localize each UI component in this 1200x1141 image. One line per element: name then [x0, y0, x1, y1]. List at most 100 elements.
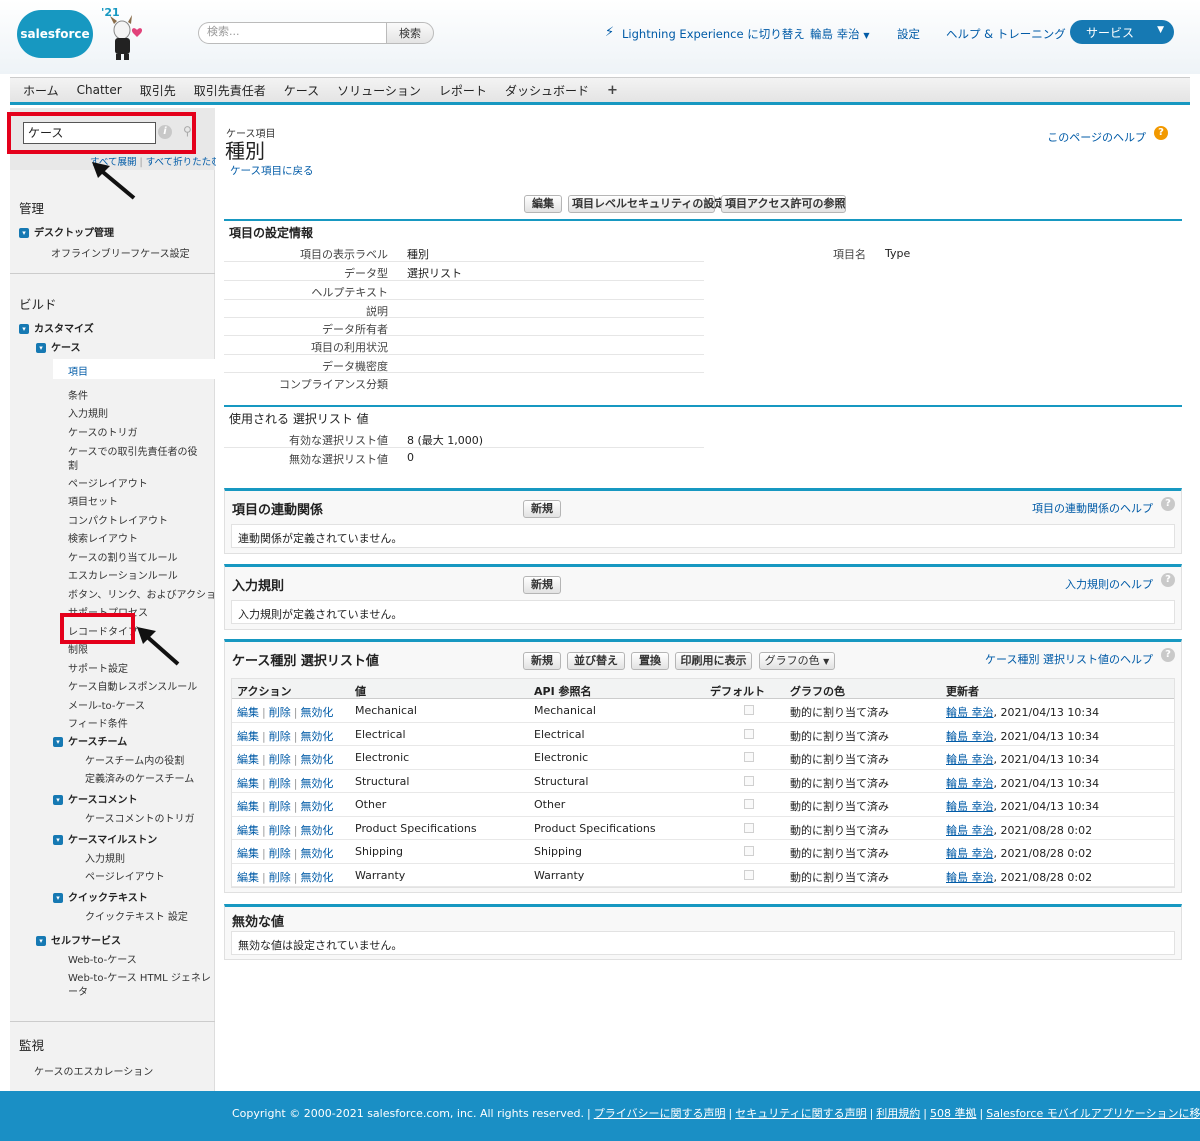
nav-web-to-case[interactable]: Web-to-ケース	[68, 951, 137, 966]
tab-accounts[interactable]: 取引先	[131, 82, 185, 99]
nav-compact-layouts[interactable]: コンパクトレイアウト	[68, 512, 168, 527]
all-tabs-plus-icon[interactable]: +	[598, 83, 627, 98]
back-to-case-fields-link[interactable]: ケース項目に戻る	[230, 163, 313, 178]
collapse-all-link[interactable]: すべて折りたたむ	[146, 157, 221, 168]
switch-to-lightning-link[interactable]: Lightning Experience に切り替え	[622, 26, 805, 42]
nav-case-comment-triggers[interactable]: ケースコメントのトリガ	[85, 810, 195, 825]
printable-view-button[interactable]: 印刷用に表示	[675, 652, 752, 670]
nav-quick-text-settings[interactable]: クイックテキスト 設定	[85, 908, 188, 923]
help-training-link[interactable]: ヘルプ & トレーニング	[946, 26, 1066, 42]
privacy-link[interactable]: プライバシーに関する声明	[594, 1107, 726, 1120]
reorder-button[interactable]: 並び替え	[567, 652, 625, 670]
page-help-link[interactable]: このページのヘルプ	[1047, 129, 1146, 145]
user-link[interactable]: 輪島 幸治	[946, 800, 994, 813]
deactivate-link[interactable]: 無効化	[300, 824, 333, 837]
help-icon[interactable]: ?	[1161, 497, 1175, 511]
tab-dashboards[interactable]: ダッシュボード	[496, 82, 598, 99]
delete-link[interactable]: 削除	[269, 800, 291, 813]
nav-web-to-case-html[interactable]: Web-to-ケース HTML ジェネレ	[68, 969, 211, 984]
app-switcher-menu[interactable]: サービス ▼	[1070, 20, 1174, 44]
nav-case-milestones[interactable]: ▾ ケースマイルストン	[53, 831, 157, 846]
nav-offline-briefcase[interactable]: オフラインブリーフケース設定	[51, 245, 190, 260]
nav-case-escalation[interactable]: ケースのエスカレーション	[34, 1063, 153, 1078]
tab-chatter[interactable]: Chatter	[68, 83, 131, 97]
nav-page-layouts[interactable]: ページレイアウト	[68, 475, 148, 490]
help-icon[interactable]: ?	[1161, 573, 1175, 587]
nav-self-service[interactable]: ▾ セルフサービス	[36, 932, 121, 947]
user-link[interactable]: 輪島 幸治	[946, 730, 994, 743]
tab-home[interactable]: ホーム	[10, 82, 68, 99]
508-compliance-link[interactable]: 508 準拠	[930, 1107, 977, 1120]
validation-help-link[interactable]: 入力規則のヘルプ	[1065, 576, 1153, 592]
help-icon[interactable]: ?	[1154, 126, 1168, 140]
deactivate-link[interactable]: 無効化	[300, 777, 333, 790]
delete-link[interactable]: 削除	[269, 777, 291, 790]
deactivate-link[interactable]: 無効化	[300, 871, 333, 884]
nav-field-sets[interactable]: 項目セット	[68, 493, 118, 508]
new-value-button[interactable]: 新規	[523, 652, 561, 670]
delete-link[interactable]: 削除	[269, 871, 291, 884]
tab-cases[interactable]: ケース	[275, 82, 328, 99]
edit-link[interactable]: 編集	[237, 824, 259, 837]
delete-link[interactable]: 削除	[269, 824, 291, 837]
nav-milestone-validation[interactable]: 入力規則	[85, 850, 125, 865]
edit-link[interactable]: 編集	[237, 847, 259, 860]
nav-fields-selected[interactable]: 項目	[53, 359, 216, 379]
nav-feed-filters[interactable]: フィード条件	[68, 715, 128, 730]
deactivate-link[interactable]: 無効化	[300, 800, 333, 813]
nav-auto-response[interactable]: ケース自動レスポンスルール	[68, 678, 197, 693]
edit-link[interactable]: 編集	[237, 706, 259, 719]
global-search-input[interactable]: 検索...	[198, 22, 386, 44]
nav-case-team-roles[interactable]: ケースチーム内の役割	[85, 752, 184, 767]
nav-quick-text[interactable]: ▾ クイックテキスト	[53, 889, 148, 904]
tab-solutions[interactable]: ソリューション	[328, 82, 430, 99]
nav-desktop-admin[interactable]: ▾ デスクトップ管理	[19, 224, 114, 239]
edit-link[interactable]: 編集	[237, 871, 259, 884]
field-security-button[interactable]: 項目レベルセキュリティの設定	[568, 195, 725, 213]
nav-milestone-layouts[interactable]: ページレイアウト	[85, 868, 165, 883]
nav-customize[interactable]: ▾ カスタマイズ	[19, 320, 94, 335]
deactivate-link[interactable]: 無効化	[300, 753, 333, 766]
deactivate-link[interactable]: 無効化	[300, 706, 333, 719]
new-validation-rule-button[interactable]: 新規	[523, 576, 561, 594]
tab-reports[interactable]: レポート	[430, 82, 496, 99]
tab-contacts[interactable]: 取引先責任者	[185, 82, 275, 99]
nav-case[interactable]: ▾ ケース	[36, 339, 81, 354]
user-link[interactable]: 輪島 幸治	[946, 753, 994, 766]
nav-case-comments[interactable]: ▾ ケースコメント	[53, 791, 138, 806]
user-link[interactable]: 輪島 幸治	[946, 706, 994, 719]
chart-colors-dropdown[interactable]: グラフの色 ▼	[759, 652, 835, 670]
deactivate-link[interactable]: 無効化	[300, 847, 333, 860]
nav-search-layouts[interactable]: 検索レイアウト	[68, 530, 138, 545]
nav-conditions[interactable]: 条件	[68, 387, 88, 402]
nav-assignment-rules[interactable]: ケースの割り当てルール	[68, 549, 178, 564]
dependencies-help-link[interactable]: 項目の連動関係のヘルプ	[1032, 500, 1153, 516]
nav-support-settings[interactable]: サポート設定	[68, 660, 128, 675]
help-icon[interactable]: ?	[1161, 648, 1175, 662]
delete-link[interactable]: 削除	[269, 847, 291, 860]
user-link[interactable]: 輪島 幸治	[946, 847, 994, 860]
new-dependency-button[interactable]: 新規	[523, 500, 561, 518]
edit-link[interactable]: 編集	[237, 753, 259, 766]
edit-button[interactable]: 編集	[524, 195, 562, 213]
mobile-app-link[interactable]: Salesforce モバイルアプリケーションに移動	[986, 1107, 1200, 1120]
nav-case-contact-roles[interactable]: ケースでの取引先責任者の役	[68, 443, 198, 458]
edit-link[interactable]: 編集	[237, 800, 259, 813]
user-menu[interactable]: 輪島 幸治 ▼	[810, 26, 869, 42]
edit-link[interactable]: 編集	[237, 730, 259, 743]
nav-predefined-teams[interactable]: 定義済みのケースチーム	[85, 770, 194, 785]
nav-case-contact-roles-cont[interactable]: 割	[68, 457, 78, 472]
terms-link[interactable]: 利用規約	[876, 1107, 920, 1120]
nav-web-to-case-html-cont[interactable]: ータ	[68, 983, 88, 998]
user-link[interactable]: 輪島 幸治	[946, 777, 994, 790]
user-link[interactable]: 輪島 幸治	[946, 824, 994, 837]
delete-link[interactable]: 削除	[269, 706, 291, 719]
view-field-access-button[interactable]: 項目アクセス許可の参照	[721, 195, 846, 213]
nav-case-triggers[interactable]: ケースのトリガ	[68, 424, 138, 439]
global-search-button[interactable]: 検索	[386, 22, 434, 44]
user-link[interactable]: 輪島 幸治	[946, 871, 994, 884]
security-link[interactable]: セキュリティに関する声明	[735, 1107, 866, 1120]
deactivate-link[interactable]: 無効化	[300, 730, 333, 743]
delete-link[interactable]: 削除	[269, 753, 291, 766]
picklist-help-link[interactable]: ケース種別 選択リスト値のヘルプ	[985, 651, 1153, 667]
